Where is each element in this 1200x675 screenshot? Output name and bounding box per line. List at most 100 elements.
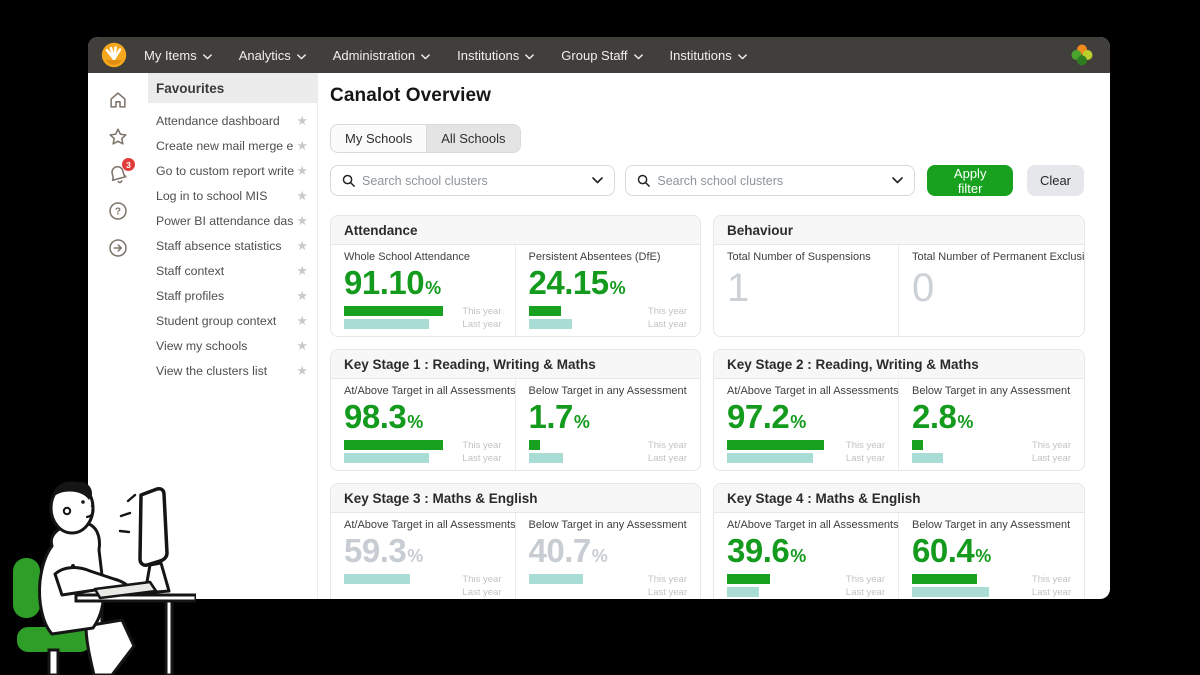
favourite-star-icon[interactable]: ★: [296, 138, 308, 154]
kpi-card-attendance: AttendanceWhole School Attendance91.10%T…: [330, 215, 701, 337]
metric-number: 39.6: [727, 532, 789, 569]
favourite-item-staff-absence-statistics[interactable]: Staff absence statistics★: [148, 233, 317, 258]
nav-menu: My Items Analytics Administration Instituti…: [144, 48, 747, 63]
tab-my-schools[interactable]: My Schools: [331, 125, 426, 152]
bar-track: [529, 574, 638, 584]
favourite-star-icon[interactable]: ★: [296, 288, 308, 304]
bar-last-year-row: Last year: [912, 586, 1071, 599]
favourites-panel: Favourites Attendance dashboard★Create n…: [148, 73, 318, 599]
bar-this-year-row: This year: [529, 573, 688, 586]
bar-track: [727, 587, 835, 597]
metric-value: 98.3%: [344, 399, 502, 435]
metric-number: 98.3: [344, 398, 406, 435]
favourite-star-icon[interactable]: ★: [296, 163, 308, 179]
schools-tab-switcher: My SchoolsAll Schools: [330, 124, 521, 153]
favourite-item-label: Staff context: [156, 264, 224, 278]
metric-value: 1: [727, 267, 885, 310]
kpi-card-behaviour: BehaviourTotal Number of Suspensions1Tot…: [713, 215, 1085, 337]
bar-last-year-row: Last year: [344, 586, 502, 599]
favourite-star-icon[interactable]: ★: [296, 188, 308, 204]
card-title: Behaviour: [714, 216, 1084, 245]
bar-this-year-row: This year: [529, 305, 688, 318]
bell-icon[interactable]: 3: [107, 163, 129, 185]
nav-item-administration[interactable]: Administration: [333, 48, 430, 63]
nav-item-institutions[interactable]: Institutions: [670, 48, 747, 63]
favourite-item-attendance-dashboard[interactable]: Attendance dashboard★: [148, 108, 317, 133]
metric-total-number-of-suspensions: Total Number of Suspensions1: [714, 245, 899, 337]
bar-this-year: [344, 440, 443, 450]
bar-legend-label: This year: [835, 574, 885, 585]
school-clusters-select-1[interactable]: Search school clusters: [330, 165, 615, 196]
metric-total-number-of-permanent-exclusions: Total Number of Permanent Exclusions0: [899, 245, 1084, 337]
bar-legend-label: Last year: [1021, 453, 1071, 464]
metric-below-target-in-any-assessment: Below Target in any Assessment60.4%This …: [899, 513, 1084, 599]
main-content: Canalot Overview My SchoolsAll Schools S…: [318, 73, 1110, 599]
bar-last-year-row: Last year: [529, 318, 688, 331]
bar-last-year-row: Last year: [727, 452, 885, 465]
metric-value: 97.2%: [727, 399, 885, 435]
tab-all-schools[interactable]: All Schools: [426, 125, 519, 152]
page-title: Canalot Overview: [330, 85, 1084, 107]
bar-legend-label: This year: [1021, 440, 1071, 451]
favourite-item-staff-profiles[interactable]: Staff profiles★: [148, 283, 317, 308]
metric-bars: This yearLast year: [727, 573, 885, 599]
favourite-star-icon[interactable]: ★: [296, 263, 308, 279]
bar-legend-label: Last year: [637, 319, 687, 330]
nav-item-analytics[interactable]: Analytics: [239, 48, 306, 63]
school-clusters-select-2[interactable]: Search school clusters: [625, 165, 915, 196]
nav-item-group-staff[interactable]: Group Staff: [561, 48, 642, 63]
metric-value: 60.4%: [912, 533, 1071, 569]
home-icon[interactable]: [107, 89, 129, 111]
kpi-card-key-stage-3-maths-english: Key Stage 3 : Maths & English At/Above Ta…: [330, 483, 701, 599]
bar-last-year: [529, 453, 564, 463]
favourite-item-go-to-custom-report-writer[interactable]: Go to custom report writer★: [148, 158, 317, 183]
card-title: Key Stage 4 : Maths & English: [714, 484, 1084, 513]
favourite-item-student-group-context[interactable]: Student group context ★: [148, 308, 317, 333]
favourite-star-icon[interactable]: ★: [296, 338, 308, 354]
favourite-item-view-the-clusters-list[interactable]: View the clusters list★: [148, 358, 317, 383]
login-icon[interactable]: [107, 237, 129, 259]
favourite-star-icon[interactable]: ★: [296, 238, 308, 254]
favourite-item-create-new-mail-merge-email[interactable]: Create new mail merge email★: [148, 133, 317, 158]
nav-item-my-items[interactable]: My Items: [144, 48, 212, 63]
bar-legend-label: This year: [452, 574, 502, 585]
chevron-down-icon: [297, 48, 306, 63]
bar-last-year-row: Last year: [344, 318, 502, 331]
favourite-item-log-in-to-school-mis[interactable]: Log in to school MIS★: [148, 183, 317, 208]
metric-number: 60.4: [912, 532, 974, 569]
card-body: Whole School Attendance91.10%This yearLa…: [331, 245, 700, 337]
bar-last-year: [912, 453, 943, 463]
favourite-star-icon[interactable]: ★: [296, 363, 308, 379]
help-icon[interactable]: ?: [107, 200, 129, 222]
metric-whole-school-attendance: Whole School Attendance91.10%This yearLa…: [331, 245, 516, 337]
clover-circles-icon[interactable]: [1070, 43, 1094, 67]
favourite-star-icon[interactable]: ★: [296, 313, 308, 329]
favourite-star-icon[interactable]: ★: [296, 213, 308, 229]
apply-filter-button[interactable]: Apply filter: [927, 165, 1012, 196]
brand-sun-logo-icon[interactable]: [101, 42, 127, 68]
nav-item-label: My Items: [144, 48, 197, 63]
bar-this-year-row: This year: [912, 573, 1071, 586]
bar-track: [344, 440, 452, 450]
bar-this-year-row: This year: [344, 439, 502, 452]
clear-filter-button[interactable]: Clear: [1027, 165, 1084, 196]
favourite-star-icon[interactable]: ★: [296, 113, 308, 129]
metric-bars: This yearLast year: [344, 439, 502, 465]
favourite-item-view-my-schools[interactable]: View my schools★: [148, 333, 317, 358]
card-body: At/Above Target in all Assessments98.3%T…: [331, 379, 700, 471]
nav-item-label: Analytics: [239, 48, 291, 63]
bar-track: [344, 574, 452, 584]
metric-label: At/Above Target in all Assessments: [344, 519, 502, 531]
card-title: Key Stage 3 : Maths & English: [331, 484, 700, 513]
bar-track: [727, 453, 835, 463]
metric-unit: %: [407, 546, 423, 566]
nav-item-institutions[interactable]: Institutions: [457, 48, 534, 63]
metric-bars: This yearLast year: [344, 305, 502, 331]
favourite-item-power-bi-attendance-dashboard[interactable]: Power BI attendance dashboard★: [148, 208, 317, 233]
star-icon[interactable]: [107, 126, 129, 148]
favourite-item-label: Student group context: [156, 314, 276, 328]
favourite-item-staff-context[interactable]: Staff context ★: [148, 258, 317, 283]
chevron-down-icon: [592, 177, 603, 184]
metric-unit: %: [790, 412, 806, 432]
metric-value: 39.6%: [727, 533, 885, 569]
